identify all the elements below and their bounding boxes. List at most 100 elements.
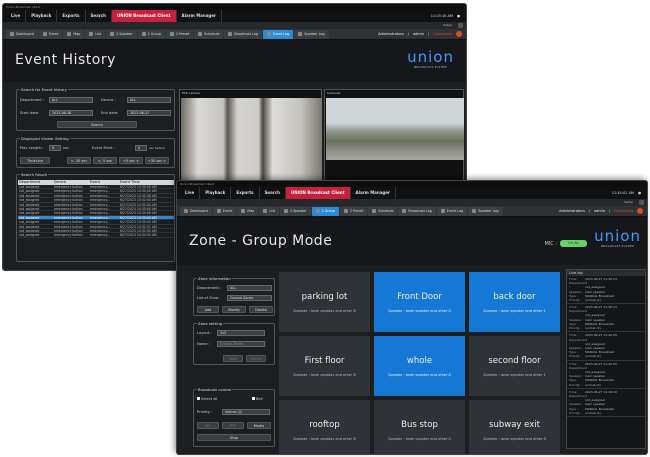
cancel-button[interactable]: Cancel bbox=[246, 355, 266, 362]
toolbar-event-log[interactable]: Event Log bbox=[262, 29, 294, 39]
menu-item-alarm-manager[interactable]: Alarm Manager bbox=[177, 10, 222, 22]
zone-tile-front-door[interactable]: Front Door Speaker : Iosm speaker and oth… bbox=[373, 271, 466, 333]
result-table: Department Device Event Event Time not_assig… bbox=[18, 180, 174, 238]
minus-5-button[interactable]: < -5 sec bbox=[93, 157, 117, 164]
page-header: Zone - Group Mode union BROADCAST SYSTEM… bbox=[177, 217, 647, 265]
setup-link[interactable]: Setup bbox=[443, 23, 452, 27]
zone-tile-whole[interactable]: whole Speaker : Iosm speaker and other 8 bbox=[373, 335, 466, 397]
toolbar-2-group[interactable]: 2 Group bbox=[311, 206, 339, 216]
menu-item-union-broadcast-client[interactable]: UNION Broadcast Client bbox=[112, 10, 177, 22]
start-date-input[interactable]: 2023-06-26 bbox=[49, 110, 93, 116]
toolbar-label: List bbox=[269, 208, 276, 213]
user-icon[interactable]: ● bbox=[638, 187, 641, 199]
zone-tile-first-floor[interactable]: First floor Speaker : Iosm speaker and ot… bbox=[278, 335, 371, 397]
minus-30-button[interactable]: < -30 sec bbox=[67, 157, 91, 164]
on-air-toggle[interactable]: On Air bbox=[560, 240, 587, 247]
menu-item-alarm-manager[interactable]: Alarm Manager bbox=[351, 187, 396, 199]
zone-speakers: Speaker : Iosm speaker and other 8 bbox=[293, 373, 356, 377]
zone-tile-bus-stop[interactable]: Bus stop Speaker : Iosm speaker and other… bbox=[373, 399, 466, 454]
end-date-input[interactable]: 2023-06-27 bbox=[127, 110, 171, 116]
toolbar-speaker-log[interactable]: Speaker Log bbox=[294, 29, 329, 39]
toolbar-broadcast-log[interactable]: Broadcast Log bbox=[224, 29, 262, 39]
vfl-button[interactable]: VFL bbox=[197, 422, 219, 429]
gear-icon[interactable] bbox=[458, 23, 463, 28]
menu-item-search[interactable]: Search bbox=[260, 187, 287, 199]
zone-setting-panel: Zone setting Layout : 3x3 Name : Ground … bbox=[193, 321, 275, 365]
plus-30-button[interactable]: +30 sec > bbox=[145, 157, 169, 164]
device-select[interactable]: ALL bbox=[127, 97, 171, 103]
toolbar-2-preset[interactable]: 2 Preset bbox=[339, 206, 368, 216]
menu-item-playback[interactable]: Playback bbox=[26, 10, 58, 22]
priority-label: Priority : bbox=[197, 410, 213, 414]
department-select[interactable]: ALL bbox=[227, 285, 272, 291]
user-sep: / bbox=[608, 209, 611, 213]
menu-item-search[interactable]: Search bbox=[86, 10, 113, 22]
stop-button[interactable]: Stop bbox=[197, 434, 271, 441]
logo-subtext: BROADCAST SYSTEM bbox=[414, 66, 447, 69]
log-line: Department : not_assigned bbox=[569, 338, 643, 346]
toolbar-speaker-log[interactable]: Speaker Log bbox=[468, 206, 503, 216]
log-entry: Time :2023-06-27 11:40:10 Department : not… bbox=[567, 389, 645, 418]
plus-5-button[interactable]: +5 sec > bbox=[119, 157, 143, 164]
zone-tile-second-floor[interactable]: second floor Speaker : Iosm speaker and o… bbox=[468, 335, 561, 397]
select-all-checkbox[interactable]: Select all bbox=[197, 397, 217, 401]
sec-before-label: sec before bbox=[149, 146, 165, 150]
toolbar-broadcast-log[interactable]: Broadcast Log bbox=[398, 206, 436, 216]
setup-link[interactable]: Setup bbox=[624, 200, 633, 204]
toolbar-schedule[interactable]: Schedule bbox=[194, 29, 224, 39]
timeline-button[interactable]: TimeLine bbox=[20, 157, 50, 164]
toolbar-label: 2 Preset bbox=[175, 31, 190, 36]
table-cell: not_assigned bbox=[19, 228, 40, 233]
power-icon[interactable] bbox=[637, 208, 643, 214]
toolbar-label: Speaker Log bbox=[304, 31, 325, 36]
toolbar-list[interactable]: List bbox=[85, 29, 106, 39]
toolbar-map[interactable]: Map bbox=[237, 206, 259, 216]
menu-item-live[interactable]: Live bbox=[180, 187, 201, 199]
connected-link[interactable]: Connected bbox=[614, 206, 633, 217]
priority-select[interactable]: normal (2) bbox=[222, 409, 270, 415]
zone-tile-parking-lot[interactable]: parking lot Speaker : Iosm speaker and ot… bbox=[278, 271, 371, 333]
toolbar-event[interactable]: Event bbox=[38, 29, 63, 39]
setup-row: Setup bbox=[177, 199, 647, 206]
menu-item-union-broadcast-client[interactable]: UNION Broadcast Client bbox=[286, 187, 351, 199]
toolbar-schedule[interactable]: Schedule bbox=[368, 206, 398, 216]
ptt-button[interactable]: PTT bbox=[222, 422, 244, 429]
search-button[interactable]: Search bbox=[57, 121, 137, 128]
play-length-input[interactable]: 8 bbox=[49, 145, 61, 151]
toolbar-2-speaker[interactable]: 2 Speaker bbox=[280, 206, 311, 216]
department-select[interactable]: ALL bbox=[49, 97, 93, 103]
delete-button[interactable]: Delete bbox=[249, 306, 273, 313]
zone-tile-rooftop[interactable]: rooftop Speaker : Iosm speaker and other … bbox=[278, 399, 371, 454]
table-row[interactable]: not_assigned emergency button emergency...… bbox=[18, 233, 174, 238]
gear-icon[interactable] bbox=[639, 200, 644, 205]
connected-link[interactable]: Connected bbox=[433, 29, 452, 40]
name-input[interactable]: Ground Zones bbox=[217, 341, 265, 347]
menu-item-playback[interactable]: Playback bbox=[200, 187, 232, 199]
modify-button[interactable]: Modify bbox=[222, 306, 246, 313]
event-point-input[interactable]: 0 bbox=[135, 145, 147, 151]
bell-checkbox[interactable]: Bell bbox=[252, 397, 263, 401]
toolbar-map[interactable]: Map bbox=[63, 29, 85, 39]
toolbar-event-log[interactable]: Event Log bbox=[436, 206, 468, 216]
toolbar-2-group[interactable]: 2 Group bbox=[137, 29, 165, 39]
zone-tile-subway-exit[interactable]: subway exit Speaker : Iosm speaker and ot… bbox=[468, 399, 561, 454]
layout-select[interactable]: 3x3 bbox=[217, 330, 265, 336]
zone-list-select[interactable]: Ground Zones bbox=[227, 295, 272, 301]
toolbar-2-speaker[interactable]: 2 Speaker bbox=[106, 29, 137, 39]
menu-item-live[interactable]: Live bbox=[6, 10, 27, 22]
device-label: Device : bbox=[101, 98, 116, 102]
save-button[interactable]: Save bbox=[223, 355, 243, 362]
menu-item-exports[interactable]: Exports bbox=[57, 10, 86, 22]
toolbar-event[interactable]: Event bbox=[212, 206, 237, 216]
toolbar-list[interactable]: List bbox=[259, 206, 280, 216]
menu-item-exports[interactable]: Exports bbox=[231, 187, 260, 199]
log-value: 2023-06-27 11:40:25 bbox=[585, 333, 617, 338]
add-button[interactable]: Add bbox=[197, 306, 219, 313]
user-icon[interactable]: ● bbox=[457, 10, 460, 22]
toolbar-dashboard[interactable]: Dashboard bbox=[180, 206, 212, 216]
power-icon[interactable] bbox=[456, 31, 462, 37]
media-button[interactable]: Media bbox=[247, 422, 271, 429]
toolbar-dashboard[interactable]: Dashboard bbox=[6, 29, 38, 39]
toolbar-2-preset[interactable]: 2 Preset bbox=[165, 29, 194, 39]
zone-tile-back-door[interactable]: back door Speaker : Iosm speaker and othe… bbox=[468, 271, 561, 333]
